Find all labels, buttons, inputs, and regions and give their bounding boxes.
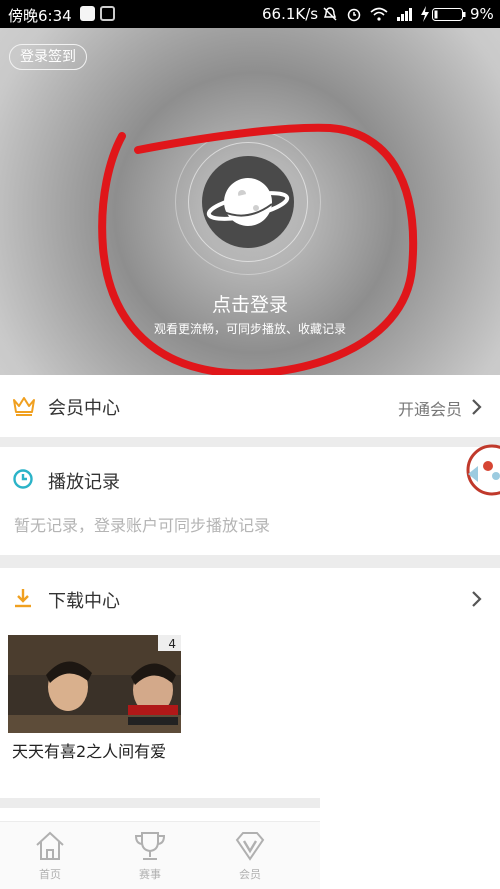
download-center-title: 下载中心 (48, 591, 120, 612)
play-history-section[interactable]: 播放记录 (0, 447, 500, 555)
status-bar: 傍晚6:34 66.1K/s 9% (0, 0, 500, 28)
charging-icon (421, 6, 429, 22)
tab-home[interactable]: 首页 (0, 822, 100, 889)
tab-home-label: 首页 (39, 868, 61, 881)
trophy-icon (134, 832, 166, 860)
play-history-title: 播放记录 (48, 472, 120, 493)
clock-icon (13, 469, 33, 489)
tab-events[interactable]: 赛事 (100, 822, 200, 889)
section-divider (0, 555, 500, 568)
section-divider (0, 798, 320, 808)
mute-icon (323, 7, 337, 21)
download-icon (15, 589, 31, 608)
member-center-title: 会员中心 (48, 398, 120, 419)
battery-icon (432, 8, 466, 21)
tab-vip[interactable]: 会员 (200, 822, 300, 889)
play-history-empty-hint: 暂无记录，登录账户可同步播放记录 (14, 516, 271, 535)
status-time: 傍晚6:34 (8, 7, 72, 25)
episode-count-badge: 4 (168, 637, 176, 651)
crown-icon (13, 397, 35, 416)
battery-percent: 9% (470, 5, 494, 23)
signal-icon (397, 8, 412, 21)
tab-vip-label: 会员 (239, 868, 261, 881)
download-center-row[interactable]: 下载中心 (0, 568, 500, 628)
bottom-tab-bar: 首页 赛事 会员 (0, 821, 320, 889)
video-thumbnail[interactable]: 4 (8, 635, 181, 733)
login-header[interactable]: 登录签到 点击登录 观看更流畅，可同步播放、收藏记录 (0, 28, 500, 375)
notification-icon (100, 6, 115, 21)
wifi-icon (370, 7, 388, 21)
net-speed: 66.1K/s (262, 5, 319, 23)
red-annotation-stroke (98, 123, 418, 375)
video-title[interactable]: 天天有喜2之人间有爱 (12, 740, 182, 764)
video-frame-image (8, 635, 181, 733)
chevron-right-icon (472, 399, 482, 415)
home-icon (36, 831, 64, 860)
chevron-right-icon (472, 591, 482, 607)
mascot-icon[interactable] (462, 440, 500, 500)
tab-events-label: 赛事 (139, 868, 161, 881)
section-divider (0, 437, 500, 447)
open-membership-link[interactable]: 开通会员 (398, 396, 462, 420)
qq-icon (80, 6, 95, 21)
vip-diamond-icon (235, 832, 265, 861)
alarm-icon (347, 8, 361, 22)
member-center-row[interactable]: 会员中心 开通会员 (0, 375, 500, 437)
